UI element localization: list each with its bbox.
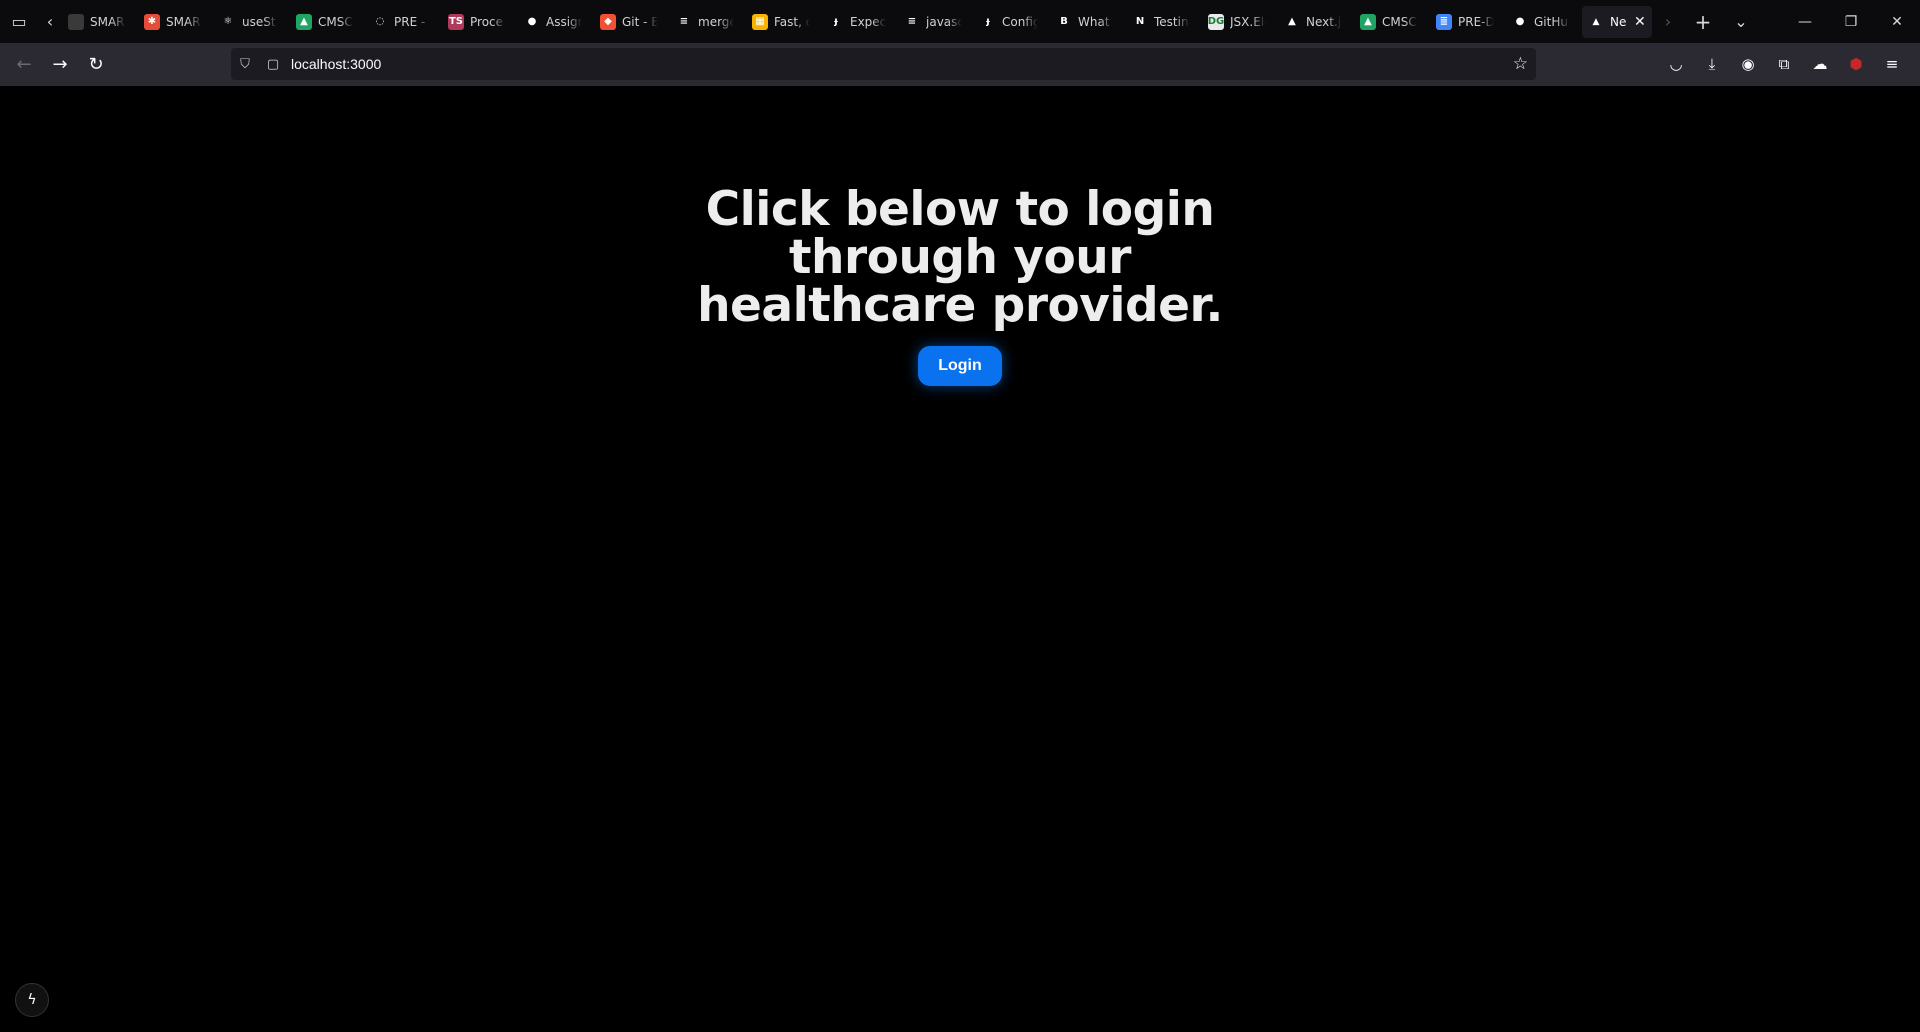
tab[interactable]: ▲ CMSC — [290, 6, 366, 38]
babel-icon: B — [1056, 13, 1072, 30]
tab[interactable]: ✱ SMAR — [138, 6, 214, 38]
next-icon: N — [1132, 13, 1148, 30]
vercel-icon: ▲ — [1592, 16, 1600, 27]
tab[interactable]: ≡ merge — [670, 6, 746, 38]
tab-label: Git - E — [622, 14, 658, 29]
tab[interactable]: ◌ PRE - — [366, 6, 442, 38]
tab[interactable]: ɟ Expect — [822, 6, 898, 38]
stackoverflow-icon: ≡ — [904, 13, 920, 30]
hm-icon — [68, 13, 84, 30]
menu-icon[interactable]: ≡ — [1874, 48, 1910, 80]
ublock-icon[interactable]: ⬢ — [1838, 48, 1874, 80]
tab-label: PRE-D — [1458, 14, 1494, 29]
tab-label: Assign — [546, 14, 582, 29]
github-icon: ● — [1512, 13, 1528, 30]
tab-label: Config — [1002, 14, 1038, 29]
scroll-tabs-left-icon[interactable]: ‹ — [38, 4, 62, 40]
tab-label: Expect — [850, 14, 886, 29]
tab-list: SMAR ✱ SMAR ⚛ useSt ▲ CMSC ◌ PRE - TS Proce ● Assign… — [62, 0, 1582, 43]
nav-bar: ← → ↻ ⛉ ▢ localhost:3000 ☆ ◡ ⤓ ◉ ⧉ ☁ ⬢ ≡ — [0, 43, 1920, 86]
extensions-icon[interactable]: ⧉ — [1766, 48, 1802, 80]
close-window-icon[interactable]: ✕ — [1874, 0, 1920, 43]
list-all-tabs-icon[interactable]: ⌄ — [1722, 4, 1760, 40]
restore-icon[interactable]: ❐ — [1828, 0, 1874, 43]
new-tab-icon[interactable]: + — [1684, 4, 1722, 40]
url-text[interactable]: localhost:3000 — [291, 56, 381, 72]
tab-label: JSX.Ele — [1230, 14, 1266, 29]
smart-icon: ✱ — [144, 13, 160, 30]
tab[interactable]: ⚛ useSt — [214, 6, 290, 38]
tab-label: CMSC — [1382, 14, 1417, 29]
bookmark-star-icon[interactable]: ☆ — [1513, 54, 1528, 74]
ts-icon: DG — [1208, 13, 1224, 30]
tab[interactable]: ● Assign — [518, 6, 594, 38]
tab-label: Ne — [1610, 14, 1627, 29]
tab[interactable]: ɟ Config — [974, 6, 1050, 38]
jest-icon: ɟ — [980, 13, 996, 30]
pocket-icon[interactable]: ◡ — [1658, 48, 1694, 80]
tab-active[interactable]: ▲ Ne ✕ — [1582, 5, 1652, 38]
tab-label: GitHu — [1534, 14, 1568, 29]
url-bar[interactable]: ⛉ ▢ localhost:3000 ☆ — [231, 48, 1536, 80]
tab[interactable]: ≣ PRE-D — [1430, 6, 1506, 38]
tab-label: Testin — [1154, 14, 1189, 29]
github-icon: ● — [524, 13, 540, 30]
close-icon[interactable]: ✕ — [1634, 14, 1646, 30]
grid-icon: ▦ — [752, 13, 768, 30]
react-icon: ⚛ — [220, 13, 236, 30]
google-docs-icon: ≣ — [1436, 13, 1452, 30]
tab[interactable]: DG JSX.Ele — [1202, 6, 1278, 38]
tab-label: PRE - — [394, 14, 426, 29]
tab[interactable]: ◆ Git - E — [594, 6, 670, 38]
forward-arrow-icon[interactable]: → — [42, 49, 78, 81]
tab-label: merge — [698, 14, 734, 29]
tab-label: SMAR — [166, 14, 201, 29]
reload-icon[interactable]: ↻ — [78, 49, 114, 81]
ring-icon: ◌ — [372, 13, 388, 30]
page-content: Click below to login through your health… — [0, 86, 1920, 1032]
firefox-view-icon[interactable]: ▭ — [0, 4, 38, 40]
tab-label: javasc — [926, 14, 962, 29]
download-icon[interactable]: ⤓ — [1694, 48, 1730, 80]
extension-icon[interactable]: ☁ — [1802, 48, 1838, 80]
page-title: Click below to login through your health… — [697, 182, 1223, 333]
tab-label: Proce — [470, 14, 504, 29]
tab-label: useSt — [242, 14, 276, 29]
git-icon: ◆ — [600, 13, 616, 30]
account-icon[interactable]: ◉ — [1730, 48, 1766, 80]
vercel-icon: ▲ — [1284, 13, 1300, 30]
tab-label: CMSC — [318, 14, 353, 29]
back-arrow-icon[interactable]: ← — [6, 49, 42, 81]
google-drive-icon: ▲ — [296, 13, 312, 30]
next-dev-indicator-icon[interactable]: ϟ — [15, 983, 49, 1017]
hero: Click below to login through your health… — [0, 186, 1920, 386]
page-icon[interactable]: ▢ — [259, 57, 287, 72]
tab[interactable]: B What — [1050, 6, 1126, 38]
shield-icon[interactable]: ⛉ — [231, 57, 259, 72]
minimize-icon[interactable]: — — [1782, 0, 1828, 43]
toolbar-right: ◡ ⤓ ◉ ⧉ ☁ ⬢ ≡ — [1658, 48, 1910, 80]
tab[interactable]: ▲ CMSC — [1354, 6, 1430, 38]
tab[interactable]: ▲ Next.js — [1278, 6, 1354, 38]
stackoverflow-icon: ≡ — [676, 13, 692, 30]
tab[interactable]: TS Proce — [442, 6, 518, 38]
scroll-tabs-right-icon[interactable]: › — [1652, 4, 1684, 40]
tab-label: What — [1078, 14, 1110, 29]
tab-strip: ▭ ‹ SMAR ✱ SMAR ⚛ useSt ▲ CMSC ◌ PRE - TS Proce ● As… — [0, 0, 1920, 43]
tab[interactable]: ▦ Fast, d — [746, 6, 822, 38]
google-drive-icon: ▲ — [1360, 13, 1376, 30]
tab[interactable]: ● GitHu — [1506, 6, 1582, 38]
tab-label: SMAR — [90, 14, 125, 29]
tab-label: Next.js — [1306, 14, 1342, 29]
tab[interactable]: N Testin — [1126, 6, 1202, 38]
tab-label: Fast, d — [774, 14, 810, 29]
tab[interactable]: SMAR — [62, 6, 138, 38]
tab[interactable]: ≡ javasc — [898, 6, 974, 38]
window-controls: — ❐ ✕ — [1782, 0, 1920, 43]
jest-icon: ɟ — [828, 13, 844, 30]
ts-icon: TS — [448, 13, 464, 30]
login-button[interactable]: Login — [918, 346, 1002, 386]
